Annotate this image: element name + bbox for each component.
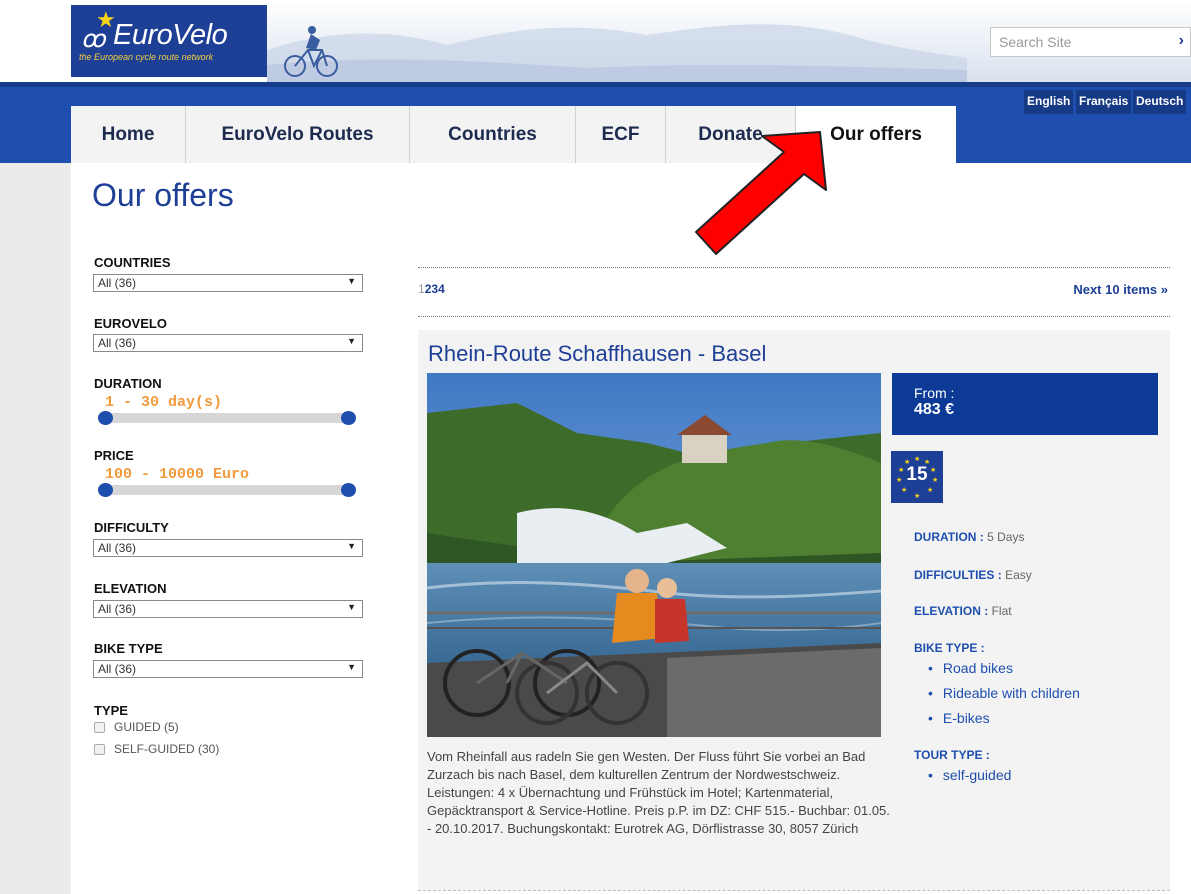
nav-countries[interactable]: Countries: [410, 106, 576, 163]
duration-info-label: DURATION :: [914, 530, 984, 544]
bike-type-item: E-bikes: [928, 710, 990, 726]
price-box: From : 483 €: [892, 373, 1158, 435]
duration-slider-track[interactable]: [102, 413, 350, 423]
bike-type-item: Road bikes: [928, 660, 1013, 676]
bike-wheels-icon: ꝏ: [81, 26, 106, 53]
offer-photo[interactable]: [427, 373, 881, 737]
page-link-4[interactable]: 4: [438, 282, 445, 296]
type-self-guided-option[interactable]: SELF-GUIDED (30): [94, 742, 219, 756]
bike-type-select-value: All (36): [98, 662, 137, 676]
duration-info: DURATION : 5 Days: [914, 530, 1024, 544]
duration-range-text: 1 - 30 day(s): [105, 394, 223, 411]
elevation-label: ELEVATION: [94, 581, 167, 596]
dropdown-arrow-icon: ▼: [347, 276, 356, 286]
eurovelo-label: EUROVELO: [94, 316, 167, 331]
eurovelo-route-number: 15: [906, 464, 928, 485]
language-english[interactable]: English: [1024, 90, 1074, 114]
language-french[interactable]: Français: [1076, 90, 1132, 114]
logo-tagline: the European cycle route network: [79, 52, 214, 62]
offer-description: Vom Rheinfall aus radeln Sie gen Westen.…: [427, 749, 890, 836]
svg-text:★: ★: [901, 486, 907, 494]
eurovelo-logo[interactable]: ★ ꝏ EuroVelo the European cycle route ne…: [71, 5, 267, 77]
difficulties-info-value: Easy: [1005, 568, 1032, 582]
dropdown-arrow-icon: ▼: [347, 541, 356, 551]
price-label: PRICE: [94, 448, 134, 463]
difficulties-info: DIFFICULTIES : Easy: [914, 568, 1032, 582]
duration-slider-max-handle[interactable]: [341, 411, 356, 425]
price-slider-min-handle[interactable]: [98, 483, 113, 497]
bike-type-label: BIKE TYPE: [94, 641, 163, 656]
dropdown-arrow-icon: ▼: [347, 662, 356, 672]
elevation-info-value: Flat: [991, 604, 1012, 618]
search-submit-icon[interactable]: ›: [1179, 32, 1184, 50]
duration-label: DURATION: [94, 376, 162, 391]
difficulty-select-value: All (36): [98, 541, 137, 555]
landscape-graphic: [267, 24, 967, 82]
page-title: Our offers: [92, 177, 234, 213]
offer-title-link[interactable]: Rhein-Route Schaffhausen - Basel: [428, 341, 766, 367]
countries-select[interactable]: All (36) ▼: [93, 274, 363, 292]
price-range-text: 100 - 10000 Euro: [105, 466, 250, 483]
price-slider-max-handle[interactable]: [341, 483, 356, 497]
price-slider-track[interactable]: [102, 485, 350, 495]
tour-type-info-label: TOUR TYPE :: [914, 748, 990, 762]
duration-info-value: 5 Days: [987, 530, 1025, 544]
svg-text:★: ★: [914, 455, 920, 463]
price-amount: 483 €: [914, 401, 955, 418]
pagination: 1234: [418, 282, 445, 296]
self-guided-checkbox-label: SELF-GUIDED (30): [114, 742, 220, 756]
tour-type-item: self-guided: [928, 767, 1012, 783]
guided-checkbox-label: GUIDED (5): [114, 720, 179, 734]
next-items-link[interactable]: Next 10 items »: [1073, 282, 1168, 297]
bike-type-info-label: BIKE TYPE :: [914, 641, 985, 655]
price-from-label: From :: [914, 385, 955, 401]
elevation-select-value: All (36): [98, 602, 137, 616]
bike-type-item: Rideable with children: [928, 685, 1080, 701]
cyclist-icon: [284, 26, 338, 77]
page-link-1[interactable]: 1: [418, 282, 425, 296]
elevation-info: ELEVATION : Flat: [914, 604, 1012, 618]
type-guided-option[interactable]: GUIDED (5): [94, 720, 179, 734]
countries-select-value: All (36): [98, 276, 137, 290]
nav-home[interactable]: Home: [71, 106, 186, 163]
svg-text:★: ★: [914, 492, 920, 500]
bike-type-select[interactable]: All (36) ▼: [93, 660, 363, 678]
self-guided-checkbox[interactable]: [94, 743, 105, 755]
search-input[interactable]: Search Site ›: [990, 27, 1191, 57]
elevation-select[interactable]: All (36) ▼: [93, 600, 363, 618]
annotation-arrow-icon: [695, 131, 827, 255]
guided-checkbox[interactable]: [94, 721, 105, 733]
duration-slider-min-handle[interactable]: [98, 411, 113, 425]
search-placeholder: Search Site: [999, 34, 1072, 50]
difficulties-info-label: DIFFICULTIES :: [914, 568, 1002, 582]
countries-label: COUNTRIES: [94, 255, 171, 270]
dropdown-arrow-icon: ▼: [347, 602, 356, 612]
svg-text:★: ★: [927, 486, 933, 494]
eurovelo-select-value: All (36): [98, 336, 137, 350]
difficulty-select[interactable]: All (36) ▼: [93, 539, 363, 557]
eurovelo-route-badge[interactable]: ★ ★ ★ ★ ★ ★ ★ ★ ★ ★ 15: [891, 451, 943, 503]
divider: [418, 890, 1170, 891]
eurovelo-select[interactable]: All (36) ▼: [93, 334, 363, 352]
nav-eurovelo-routes[interactable]: EuroVelo Routes: [186, 106, 410, 163]
nav-ecf[interactable]: ECF: [576, 106, 666, 163]
language-german[interactable]: Deutsch: [1133, 90, 1187, 114]
dropdown-arrow-icon: ▼: [347, 336, 356, 346]
elevation-info-label: ELEVATION :: [914, 604, 989, 618]
type-label: TYPE: [94, 703, 128, 718]
difficulty-label: DIFFICULTY: [94, 520, 169, 535]
divider: [418, 316, 1170, 317]
logo-text: EuroVelo: [113, 19, 228, 51]
divider: [418, 267, 1170, 268]
